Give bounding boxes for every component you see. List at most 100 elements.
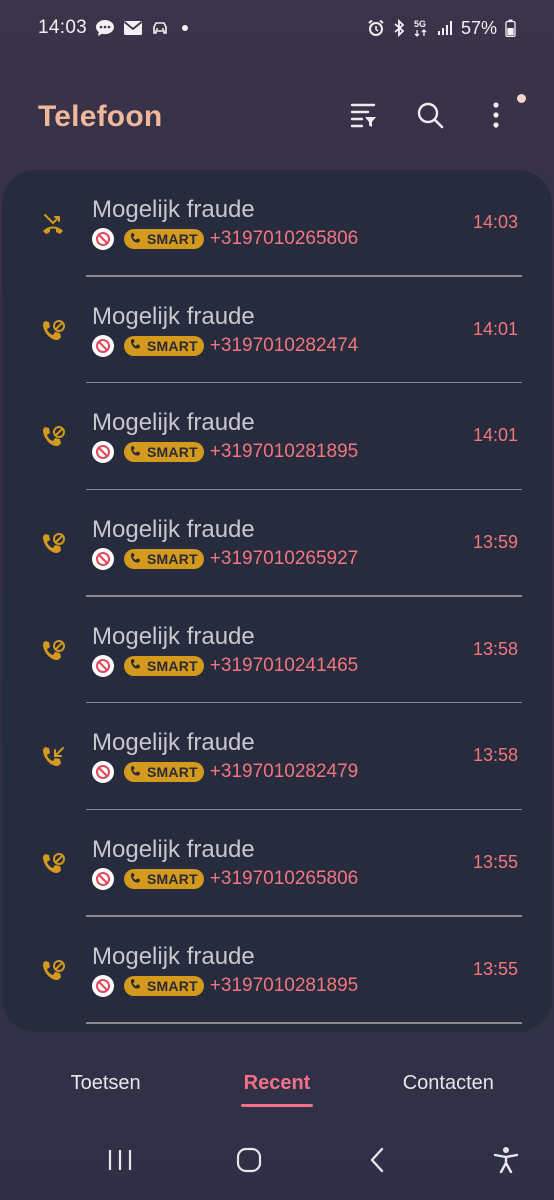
call-time: 13:58 [472,638,518,659]
recent-apps-icon [107,1148,133,1177]
blocked-call-icon [38,957,68,987]
status-time: 14:03 [38,17,88,38]
smart-call-badge: SMART [124,335,204,356]
tab-label: Contacten [402,1071,494,1094]
svg-text:5G: 5G [414,19,426,29]
tab-recent[interactable]: Recent [202,1071,352,1107]
phone-icon [130,338,142,353]
tab-toetsen[interactable]: Toetsen [31,1072,181,1095]
bluetooth-icon [393,19,405,37]
search-button[interactable] [408,95,452,139]
smart-call-badge: SMART [124,229,204,249]
blocked-icon [92,761,114,784]
caller-name: Mogelijk fraude [92,942,255,970]
smart-label: SMART [147,551,198,568]
call-log-item[interactable]: Mogelijk fraude SMART +3197010281895 14:01 [2,383,552,491]
recent-calls-list: Mogelijk fraude SMART +3197010265806 14:03 M… [2,170,552,1032]
chat-bubble-icon [95,19,115,37]
blocked-call-icon [38,317,68,347]
blocked-call-icon [38,530,68,560]
smart-label: SMART [147,871,198,888]
smart-call-badge: SMART [124,442,204,463]
caller-name: Mogelijk fraude [92,302,255,330]
notification-dot [517,94,526,103]
phone-icon [130,978,142,993]
smart-call-badge: SMART [124,975,204,996]
dot-icon [177,23,193,33]
smart-call-badge: SMART [124,869,204,890]
phone-number: +3197010281895 [209,974,359,996]
blocked-icon [92,441,114,464]
more-options-button[interactable] [474,95,518,139]
smart-label: SMART [147,657,198,674]
incoming-call-icon [38,743,68,773]
call-log-item[interactable]: Mogelijk fraude SMART +3197010241465 13:58 [2,597,552,704]
divider [86,1022,522,1024]
page-title: Telefoon [38,100,163,133]
bottom-tabs: Toetsen Recent Contacten [0,1058,554,1108]
smart-call-badge: SMART [124,655,204,676]
smart-label: SMART [147,444,198,461]
blocked-call-icon [38,637,68,667]
smart-label: SMART [147,764,198,781]
tab-label: Toetsen [70,1071,141,1094]
5g-icon: 5G [413,18,429,38]
phone-icon [130,232,142,247]
call-time: 13:58 [472,745,518,766]
phone-number: +3197010265927 [209,548,359,570]
system-nav-bar [0,1132,554,1192]
call-time: 14:01 [472,318,518,339]
call-log-item[interactable]: Mogelijk fraude SMART +3197010281895 13:55 [2,917,552,1024]
call-time: 13:55 [472,852,518,873]
phone-number: +3197010265806 [209,228,359,249]
call-log-item[interactable]: Mogelijk fraude SMART +3197010265806 14:03 [2,170,552,277]
blocked-call-icon [38,423,68,453]
smart-call-badge: SMART [124,762,204,783]
caller-name: Mogelijk fraude [92,836,255,864]
filter-button[interactable] [342,95,386,139]
blocked-call-icon [38,850,68,880]
call-time: 13:59 [472,532,518,553]
phone-number: +3197010281895 [209,441,359,463]
caller-name: Mogelijk fraude [92,729,255,757]
phone-icon [130,552,142,567]
caller-name: Mogelijk fraude [92,409,255,437]
home-button[interactable] [221,1137,277,1187]
signal-icon [437,20,453,36]
call-time: 14:01 [472,425,518,446]
recent-apps-button[interactable] [92,1137,148,1187]
active-tab-indicator [240,1103,313,1107]
blocked-icon [92,868,114,891]
caller-name: Mogelijk fraude [92,622,255,650]
accessibility-button[interactable] [478,1137,534,1187]
call-log-item[interactable]: Mogelijk fraude SMART +3197010282474 14:01 [2,277,552,384]
smart-label: SMART [147,337,198,354]
blocked-icon [92,548,114,571]
blocked-icon [92,228,114,250]
tab-label: Recent [243,1071,311,1094]
phone-number: +3197010282479 [209,761,359,783]
smart-label: SMART [147,977,198,994]
search-icon [416,101,444,134]
more-vert-icon [492,101,500,133]
accessibility-icon [493,1146,519,1179]
phone-icon [130,765,142,780]
blocked-icon [92,974,114,997]
caller-name: Mogelijk fraude [92,196,255,223]
tab-contacten[interactable]: Contacten [373,1072,523,1095]
phone-number: +3197010282474 [209,334,359,356]
call-log-item[interactable]: Mogelijk fraude SMART +3197010282479 13:58 [2,703,552,811]
app-bar: Telefoon [0,80,554,154]
phone-icon [130,658,142,673]
call-log-item[interactable]: Mogelijk fraude SMART +3197010265927 13:59 [2,490,552,597]
car-icon [151,20,169,36]
back-button[interactable] [349,1137,405,1187]
smart-call-badge: SMART [124,549,204,570]
battery-percentage: 57% [460,17,497,38]
alarm-icon [367,19,385,37]
status-bar: 14:03 5G 57% [0,0,554,56]
mail-icon [123,20,143,36]
battery-icon [505,19,516,37]
home-icon [236,1147,262,1178]
call-log-item[interactable]: Mogelijk fraude SMART +3197010265806 13:55 [2,810,552,917]
